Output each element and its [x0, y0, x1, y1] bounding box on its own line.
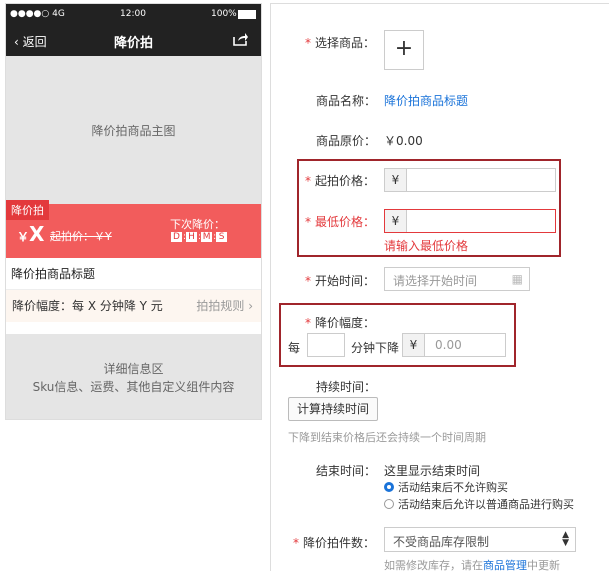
select-goods-text: 选择商品：: [315, 36, 376, 50]
price-banner: 降价拍 ￥X 起拍价：￥Y 下次降价： D:H:M:S: [6, 200, 261, 258]
drop-info-row: 降价幅度：每 X 分钟降 Y 元 拍拍规则 ›: [6, 290, 261, 322]
status-bar: ●●●●○ 4G 12:00 100%: [6, 4, 261, 26]
qty-label: * 降价拍件数：: [293, 536, 376, 550]
drop-amount-placeholder: 0.00: [435, 338, 462, 352]
auction-form: * 选择商品： + 商品名称： 降价拍商品标题 商品原价： ￥0.00 * 起拍价格…: [270, 3, 609, 572]
start-price-text: 起拍价格：: [315, 174, 376, 188]
next-drop-label: 下次降价：: [170, 218, 225, 231]
countdown-days: D: [171, 232, 182, 242]
orig-price-label: 商品原价：: [316, 134, 377, 148]
drop-text: 降价幅度：: [315, 316, 376, 330]
nav-bar: ‹ 返回 降价拍: [6, 26, 261, 56]
stock-hint-prefix: 如需修改库存，请在: [384, 559, 483, 572]
radio-no-purchase[interactable]: 活动结束后不允许购买: [384, 479, 508, 495]
goods-manage-link[interactable]: 商品管理: [483, 559, 527, 572]
countdown-hours: H: [186, 232, 198, 242]
drop-info: 降价幅度：每 X 分钟降 Y 元: [12, 299, 163, 313]
signal-indicator: ●●●●○ 4G: [10, 9, 65, 19]
price-value: X: [29, 222, 45, 246]
start-price-label: * 起拍价格：: [305, 174, 376, 188]
stock-hint-suffix: 中更新: [527, 559, 560, 572]
goods-name-link[interactable]: 降价拍商品标题: [384, 92, 468, 109]
drop-amount-input[interactable]: ¥0.00: [402, 333, 506, 357]
status-time: 12:00: [120, 9, 146, 19]
per-label: 每: [288, 341, 301, 355]
product-title: 降价拍商品标题: [6, 258, 261, 290]
min-price-error: 请输入最低价格: [384, 239, 469, 253]
product-main-image: 降价拍商品主图: [6, 56, 261, 204]
select-goods-label: * 选择商品：: [305, 36, 376, 50]
calc-duration-button[interactable]: 计算持续时间: [288, 397, 378, 421]
start-time-text: 开始时间：: [315, 274, 376, 288]
radio-allow-purchase[interactable]: 活动结束后允许以普通商品进行购买: [384, 496, 574, 512]
yen-icon: ¥: [385, 210, 407, 232]
min-price-input[interactable]: ¥: [384, 209, 556, 233]
radio-allow-purchase-label: 活动结束后允许以普通商品进行购买: [398, 498, 574, 511]
add-goods-button[interactable]: +: [384, 30, 424, 70]
yen-icon: ¥: [403, 334, 425, 356]
start-time-label: * 开始时间：: [305, 274, 376, 288]
drop-label: * 降价幅度：: [305, 316, 376, 330]
calendar-icon: ▦: [511, 272, 523, 286]
min-price-label: * 最低价格：: [305, 215, 376, 229]
qty-select[interactable]: 不受商品库存限制 ▲ ▼: [384, 527, 576, 552]
qty-select-value: 不受商品库存限制: [393, 535, 490, 549]
radio-unchecked-icon: [384, 499, 394, 509]
start-time-placeholder: 请选择开始时间: [393, 274, 478, 288]
select-arrows-icon: ▲ ▼: [562, 530, 569, 548]
rule-link[interactable]: 拍拍规则 ›: [196, 290, 253, 322]
start-time-input[interactable]: 请选择开始时间 ▦: [384, 267, 530, 291]
duration-hint: 下降到结束价格后还会持续一个时间周期: [288, 431, 486, 444]
start-price-input[interactable]: ¥: [384, 168, 556, 192]
drop-minutes-input[interactable]: [307, 333, 345, 357]
radio-checked-icon: [384, 482, 394, 492]
countdown-minutes: M: [201, 232, 213, 242]
end-time-value: 这里显示结束时间: [384, 464, 481, 478]
min-price-text: 最低价格：: [315, 215, 376, 229]
price-symbol: ￥: [17, 230, 30, 244]
goods-name-label: 商品名称：: [316, 94, 377, 108]
current-price: ￥X: [17, 222, 44, 246]
radio-no-purchase-label: 活动结束后不允许购买: [398, 481, 508, 494]
countdown: D:H:M:S: [171, 232, 228, 242]
duration-label: 持续时间：: [316, 380, 377, 394]
share-icon[interactable]: [233, 32, 249, 50]
start-price: 起拍价：￥Y: [50, 230, 112, 243]
minutes-drop-label: 分钟下降: [351, 341, 400, 355]
battery-text: 100%: [211, 9, 237, 19]
detail-area: 详细信息区 Sku信息、运费、其他自定义组件内容: [6, 334, 261, 419]
end-time-label: 结束时间：: [316, 464, 377, 478]
auction-tag: 降价拍: [6, 200, 49, 220]
battery-icon: [238, 10, 256, 19]
countdown-seconds: S: [216, 232, 228, 242]
yen-icon: ¥: [385, 169, 407, 191]
qty-text: 降价拍件数：: [303, 536, 376, 550]
phone-preview: ●●●●○ 4G 12:00 100% ‹ 返回 降价拍 降价拍商品主图 降价拍…: [5, 3, 262, 420]
page-title: 降价拍: [113, 36, 153, 51]
detail-title: 详细信息区: [103, 362, 164, 376]
orig-price-value: ￥0.00: [384, 134, 423, 148]
detail-subtitle: Sku信息、运费、其他自定义组件内容: [32, 380, 235, 394]
